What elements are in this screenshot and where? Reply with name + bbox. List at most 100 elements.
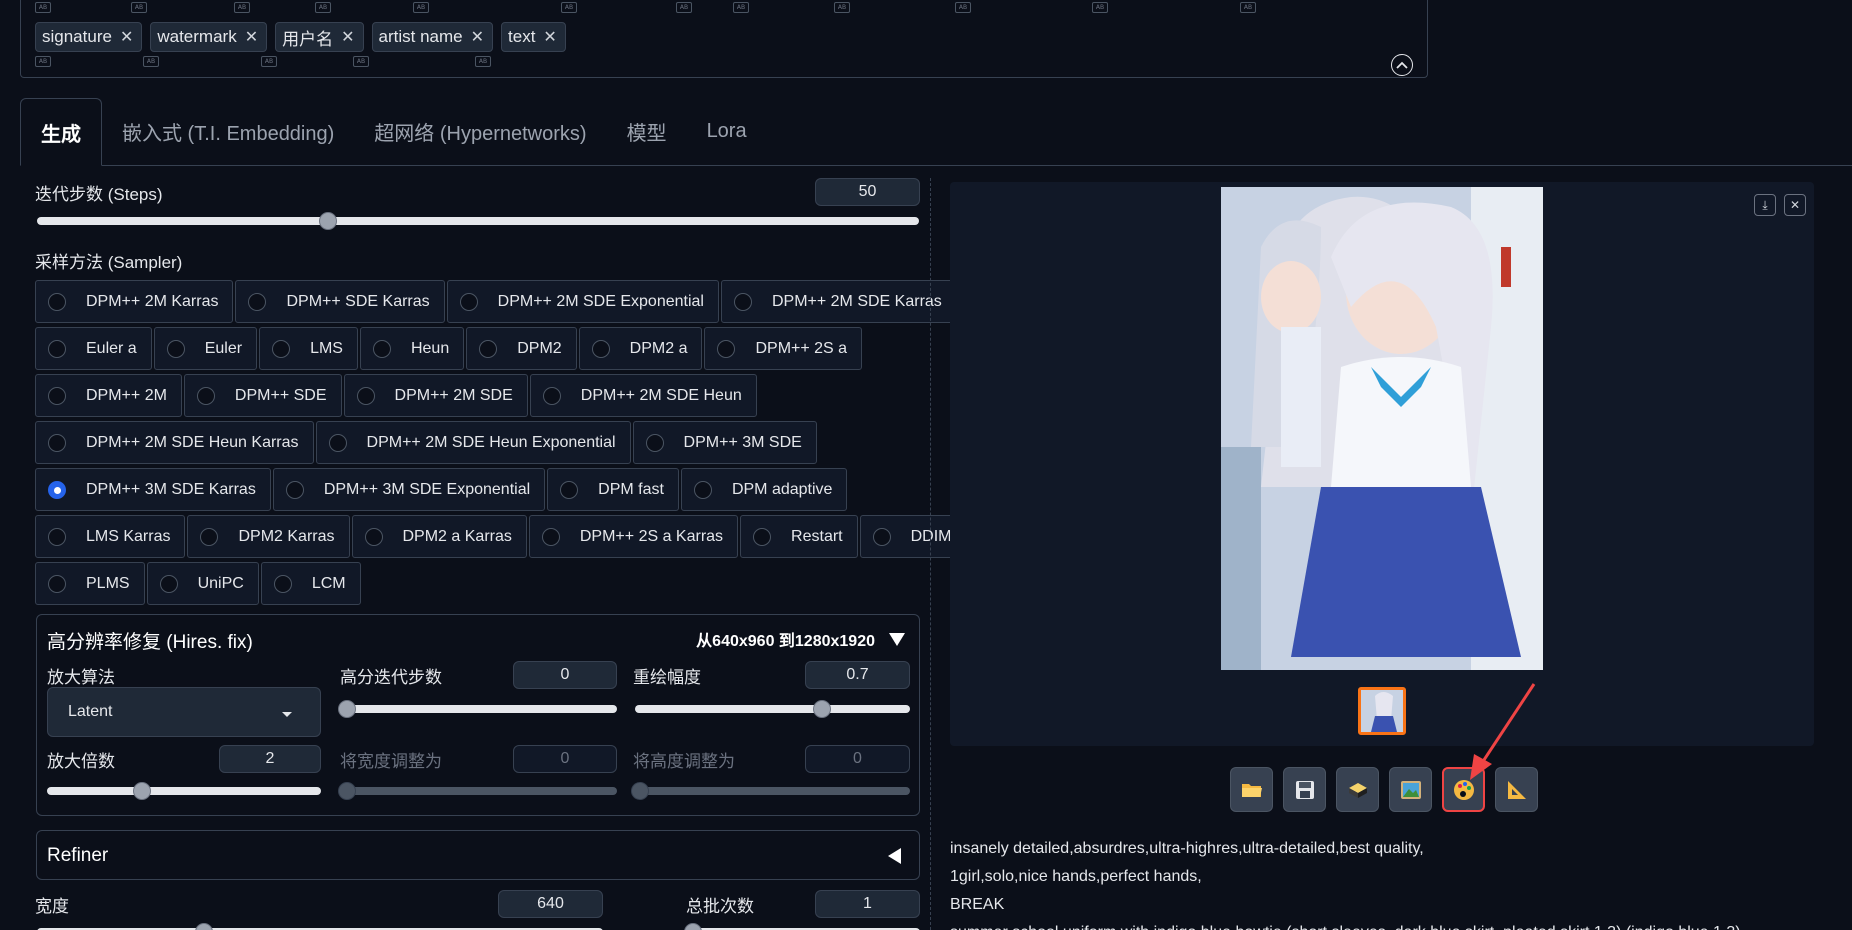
tag-chip[interactable]: 用户名 ✕	[275, 22, 364, 52]
resize-height-slider[interactable]	[631, 782, 910, 800]
radio-button[interactable]	[48, 527, 66, 546]
radio-button[interactable]	[541, 527, 560, 546]
tab-embedding[interactable]: 嵌入式 (T.I. Embedding)	[102, 97, 354, 165]
radio-button[interactable]	[285, 480, 304, 499]
ab-icon[interactable]: AB	[234, 2, 250, 13]
sampler-option[interactable]: LMS Karras	[35, 515, 186, 558]
ab-icon[interactable]: AB	[561, 2, 577, 13]
sampler-option[interactable]: DPM++ 3M SDE Exponential	[272, 468, 546, 511]
radio-button[interactable]	[248, 292, 267, 311]
sampler-option[interactable]: Euler	[153, 327, 258, 370]
sampler-option[interactable]: Heun	[359, 327, 465, 370]
ab-icon[interactable]: AB	[413, 2, 429, 13]
collapse-triangle-icon[interactable]	[889, 632, 905, 646]
radio-button[interactable]	[356, 386, 375, 405]
ab-icon[interactable]: AB	[676, 2, 692, 13]
sampler-option[interactable]: DPM++ SDE	[183, 374, 342, 417]
ab-icon[interactable]: AB	[315, 2, 331, 13]
denoise-input[interactable]: 0.7	[805, 661, 910, 689]
sampler-option[interactable]: UniPC	[146, 562, 259, 605]
width-input[interactable]: 640	[498, 890, 603, 918]
image-icon[interactable]	[1389, 767, 1432, 812]
sampler-option[interactable]: DPM2 a	[578, 327, 703, 370]
save-icon[interactable]	[1283, 767, 1326, 812]
radio-button[interactable]	[48, 339, 66, 358]
sampler-option[interactable]: DPM++ 2S a	[704, 327, 863, 370]
sampler-option[interactable]: DPM++ 2M SDE Heun Karras	[35, 421, 314, 464]
width-slider-knob[interactable]	[195, 923, 213, 930]
sampler-option[interactable]: DPM2 a Karras	[351, 515, 527, 558]
resize-width-slider-knob[interactable]	[338, 782, 356, 800]
radio-button[interactable]	[753, 527, 772, 546]
batch-count-input[interactable]: 1	[815, 890, 920, 918]
steps-slider-knob[interactable]	[319, 212, 338, 230]
denoise-slider-knob[interactable]	[813, 700, 831, 718]
ab-icon[interactable]: AB	[955, 2, 971, 13]
resize-width-input[interactable]: 0	[513, 745, 617, 773]
close-icon[interactable]: ✕	[341, 27, 354, 47]
close-icon[interactable]: ✕	[120, 27, 133, 47]
sampler-option[interactable]: DPM++ 2M	[35, 374, 182, 417]
upscaler-select[interactable]: Latent	[47, 687, 321, 737]
sampler-option[interactable]: DPM++ 2M SDE Heun Exponential	[315, 421, 631, 464]
radio-button[interactable]	[328, 433, 347, 452]
ab-icon[interactable]: AB	[475, 56, 491, 67]
ab-icon[interactable]: AB	[834, 2, 850, 13]
collapse-up-icon[interactable]	[1391, 54, 1413, 76]
hires-steps-slider-knob[interactable]	[338, 700, 356, 718]
tab-generate[interactable]: 生成	[20, 98, 102, 166]
sampler-option[interactable]: DPM2 Karras	[187, 515, 350, 558]
radio-button[interactable]	[733, 292, 752, 311]
radio-button[interactable]	[196, 386, 215, 405]
batch-count-slider-knob[interactable]	[684, 923, 702, 930]
tag-chip[interactable]: watermark ✕	[150, 22, 268, 52]
radio-button[interactable]	[159, 574, 178, 593]
resize-height-slider-knob[interactable]	[631, 782, 649, 800]
close-icon[interactable]: ✕	[1784, 194, 1806, 216]
radio-button[interactable]	[200, 527, 219, 546]
tab-lora[interactable]: Lora	[687, 97, 767, 165]
radio-button[interactable]	[693, 480, 712, 499]
expand-triangle-icon[interactable]	[888, 848, 901, 864]
ab-icon[interactable]: AB	[1092, 2, 1108, 13]
tag-chip[interactable]: artist name ✕	[371, 22, 494, 52]
download-icon[interactable]: ⤓	[1754, 194, 1776, 216]
hires-steps-slider[interactable]	[338, 700, 617, 718]
sampler-option[interactable]: DPM++ 3M SDE	[632, 421, 817, 464]
radio-button[interactable]	[560, 480, 579, 499]
hires-fix-info[interactable]: 从640x960 到1280x1920	[696, 627, 905, 651]
sampler-option[interactable]: PLMS	[35, 562, 145, 605]
zip-icon[interactable]	[1336, 767, 1379, 812]
generated-image[interactable]	[1221, 187, 1543, 670]
ab-icon[interactable]: AB	[261, 56, 277, 67]
radio-button[interactable]	[364, 527, 383, 546]
close-icon[interactable]: ✕	[543, 27, 556, 47]
ab-icon[interactable]: AB	[1240, 2, 1256, 13]
steps-input[interactable]: 50	[815, 178, 920, 206]
ab-icon[interactable]: AB	[733, 2, 749, 13]
close-icon[interactable]: ✕	[245, 27, 258, 47]
steps-slider[interactable]	[37, 212, 919, 230]
radio-button[interactable]	[166, 339, 185, 358]
sampler-option[interactable]: DPM++ 3M SDE Karras	[35, 468, 271, 511]
denoise-slider[interactable]	[635, 700, 910, 718]
hires-steps-input[interactable]: 0	[513, 661, 617, 689]
ab-icon[interactable]: AB	[353, 56, 369, 67]
resize-width-slider[interactable]	[338, 782, 617, 800]
tab-model[interactable]: 模型	[607, 97, 687, 165]
folder-icon[interactable]	[1230, 767, 1273, 812]
sampler-option[interactable]: DPM++ 2S a Karras	[528, 515, 739, 558]
upscale-by-slider-knob[interactable]	[133, 782, 151, 800]
radio-button[interactable]	[479, 339, 498, 358]
radio-button[interactable]	[48, 292, 66, 311]
sampler-option[interactable]: DPM++ 2M SDE Heun	[529, 374, 757, 417]
sampler-option[interactable]: LCM	[260, 562, 361, 605]
sampler-option[interactable]: DPM++ 2M Karras	[35, 280, 234, 323]
sampler-option[interactable]: DPM2	[466, 327, 577, 370]
radio-button[interactable]	[48, 574, 66, 593]
radio-button[interactable]	[542, 386, 561, 405]
resize-height-input[interactable]: 0	[805, 745, 910, 773]
close-icon[interactable]: ✕	[471, 27, 484, 47]
sampler-option[interactable]: Euler a	[35, 327, 152, 370]
radio-button[interactable]	[273, 574, 292, 593]
